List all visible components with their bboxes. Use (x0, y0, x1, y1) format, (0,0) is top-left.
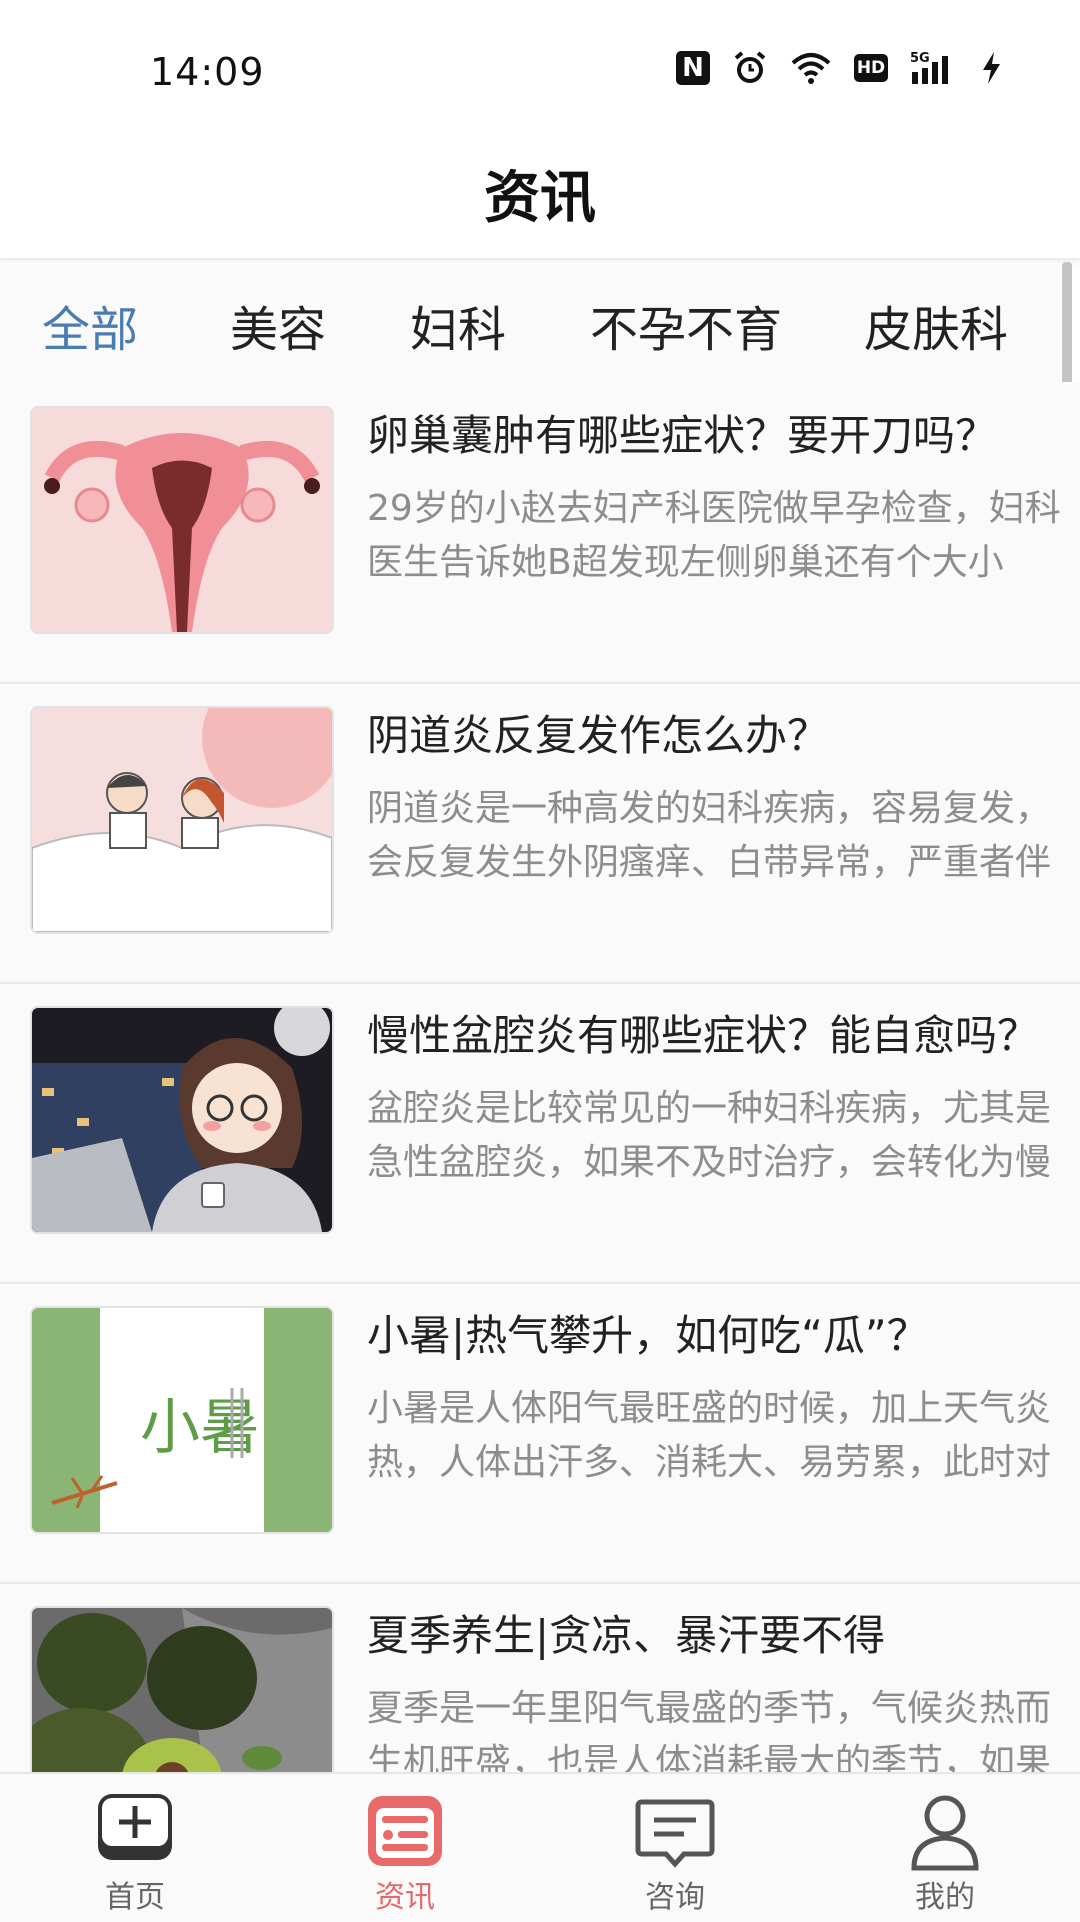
list-item[interactable]: 小暑 小暑|热气攀升，如何吃“瓜”？ 小暑是人体阳气最旺盛的时候，加上天气炎热，… (0, 1282, 1080, 1584)
article-title: 慢性盆腔炎有哪些症状？能自愈吗？ (367, 1011, 1040, 1060)
nav-home-label: 首页 (105, 1880, 165, 1915)
status-time: 14:09 (150, 50, 265, 94)
app-header: 资讯 (0, 140, 1080, 260)
couple-in-bed-illustration (32, 708, 332, 932)
tab-dermatology[interactable]: 皮肤科 (864, 290, 1008, 360)
news-list: 卵巢囊肿有哪些症状？要开刀吗？ 29岁的小赵去妇产科医院做早孕检查，妇科医生告诉… (0, 382, 1080, 1772)
status-icons: N HD 5G (676, 50, 1002, 86)
nav-profile[interactable]: 我的 (810, 1774, 1080, 1922)
list-item[interactable]: 阴道炎反复发作怎么办？ 阴道炎是一种高发的妇科疾病，容易复发，会反复发生外阴瘙痒… (0, 682, 1080, 984)
bottom-navigation: 首页 资讯 咨询 我的 (0, 1772, 1080, 1922)
news-icon (368, 1796, 442, 1866)
article-thumbnail (30, 406, 334, 634)
tab-all[interactable]: 全部 (42, 290, 138, 360)
article-summary: 小暑是人体阳气最旺盛的时候，加上天气炎热，人体出汗多、消耗大、易劳累，此时对 (367, 1388, 1052, 1483)
article-summary: 夏季是一年里阳气最盛的季节，气候炎热而生机旺盛，也是人体消耗最大的季节，如果 (367, 1688, 1052, 1772)
article-thumbnail (30, 1006, 334, 1234)
article-summary: 29岁的小赵去妇产科医院做早孕检查，妇科医生告诉她B超发现左侧卵巢还有个大小 (367, 488, 1061, 583)
signal-5g-icon: 5G (910, 50, 958, 86)
article-title: 阴道炎反复发作怎么办？ (367, 711, 830, 760)
nav-home[interactable]: 首页 (0, 1774, 270, 1922)
avocado-photo (32, 1608, 332, 1772)
article-thumbnail: 小暑 (30, 1306, 334, 1534)
page-title: 资讯 (484, 166, 596, 231)
article-title: 卵巢囊肿有哪些症状？要开刀吗？ (367, 411, 998, 460)
tab-beauty[interactable]: 美容 (230, 290, 326, 360)
list-item[interactable]: 夏季养生|贪凉、暴汗要不得 夏季是一年里阳气最盛的季节，气候炎热而生机旺盛，也是… (0, 1582, 1080, 1772)
nav-consult-label: 咨询 (645, 1880, 705, 1915)
article-thumbnail (30, 706, 334, 934)
status-bar: 14:09 N HD 5G (0, 0, 1080, 140)
home-add-icon (98, 1794, 172, 1860)
list-item[interactable]: 卵巢囊肿有哪些症状？要开刀吗？ 29岁的小赵去妇产科医院做早孕检查，妇科医生告诉… (0, 382, 1080, 684)
network-type-text: 5G (910, 51, 930, 66)
article-thumbnail (30, 1606, 334, 1772)
article-title: 夏季养生|贪凉、暴汗要不得 (367, 1611, 886, 1660)
nav-news-label: 资讯 (375, 1880, 435, 1915)
profile-icon (911, 1795, 979, 1871)
tired-woman-at-night-illustration (32, 1008, 332, 1232)
tab-infertility[interactable]: 不孕不育 (590, 290, 782, 360)
article-title: 小暑|热气攀升，如何吃“瓜”？ (367, 1311, 929, 1360)
article-summary: 阴道炎是一种高发的妇科疾病，容易复发，会反复发生外阴瘙痒、白带异常，严重者伴 (367, 788, 1052, 883)
alarm-icon (732, 50, 768, 86)
nav-profile-label: 我的 (915, 1880, 975, 1915)
xiaoshu-poster: 小暑 (32, 1308, 332, 1532)
tab-gynecology[interactable]: 妇科 (410, 290, 506, 360)
article-summary: 盆腔炎是比较常见的一种妇科疾病，尤其是急性盆腔炎，如果不及时治疗，会转化为慢 (367, 1088, 1052, 1183)
nav-news[interactable]: 资讯 (270, 1774, 540, 1922)
nav-consult[interactable]: 咨询 (540, 1774, 810, 1922)
battery-charging-icon (980, 50, 1002, 86)
wifi-icon (790, 51, 832, 85)
category-tabs: 全部 美容 妇科 不孕不育 皮肤科 (0, 262, 1060, 382)
nfc-icon: N (676, 51, 710, 85)
hd-icon: HD (854, 54, 888, 82)
uterus-illustration (32, 408, 332, 632)
chat-icon (635, 1799, 715, 1868)
list-item[interactable]: 慢性盆腔炎有哪些症状？能自愈吗？ 盆腔炎是比较常见的一种妇科疾病，尤其是急性盆腔… (0, 982, 1080, 1284)
